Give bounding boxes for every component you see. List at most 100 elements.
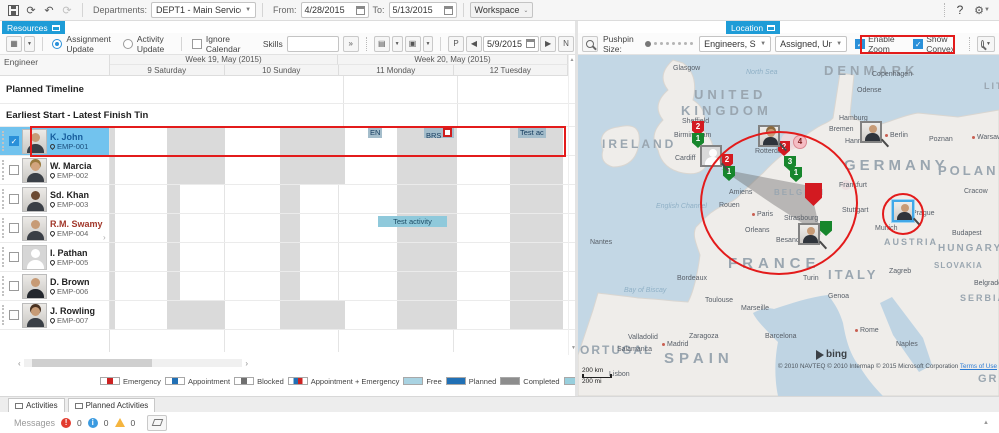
timeline-cell[interactable] <box>110 127 568 155</box>
vertical-scrollbar[interactable]: ▲ ▼ <box>568 55 575 355</box>
drag-handle[interactable] <box>2 305 6 325</box>
activity-update-radio[interactable] <box>123 39 133 49</box>
engineer-checkbox[interactable] <box>9 165 19 175</box>
timeline-cell[interactable] <box>110 214 568 242</box>
more-filters-button[interactable]: » <box>343 36 359 52</box>
engineer-cell[interactable]: W. Marcia EMP-002 <box>0 156 110 184</box>
drag-handle[interactable] <box>2 218 6 238</box>
engineer-row[interactable]: D. Brown EMP-006 <box>0 272 575 301</box>
enable-zoom-checkbox[interactable]: ✓ <box>855 39 865 49</box>
to-date-input[interactable]: 5/13/2015 <box>389 2 457 18</box>
engineer-checkbox[interactable] <box>9 310 19 320</box>
tab-activities[interactable]: Activities <box>8 398 65 412</box>
drag-handle[interactable] <box>2 276 6 296</box>
engineer-row[interactable]: R.M. Swamy EMP-004 <box>0 214 575 243</box>
timeline-cell[interactable] <box>110 243 568 271</box>
map-pushpin[interactable] <box>758 125 780 147</box>
map-pushpin[interactable] <box>700 145 722 167</box>
calendar-icon[interactable] <box>444 6 453 15</box>
tab-location[interactable]: Location <box>726 21 780 34</box>
engineer-row[interactable]: W. Marcia EMP-002 <box>0 156 575 185</box>
engineer-cell[interactable]: R.M. Swamy EMP-004 <box>0 214 110 242</box>
zoom-select-button[interactable] <box>582 36 598 52</box>
save-icon[interactable] <box>4 2 22 18</box>
from-date-input[interactable]: 4/28/2015 <box>301 2 369 18</box>
engineer-row[interactable]: J. Rowling EMP-007 <box>0 301 575 330</box>
map-pushpin[interactable]: 4 <box>793 135 807 149</box>
country-label: POLAND <box>938 163 999 178</box>
ignore-calendar-checkbox[interactable] <box>192 39 202 49</box>
workspace-button[interactable]: Workspace ⌄ <box>470 2 534 18</box>
chevron-down-icon: ▼ <box>245 7 251 13</box>
engineer-checkbox[interactable] <box>9 281 19 291</box>
engineer-cell[interactable]: Sd. Khan EMP-003 <box>0 185 110 213</box>
day-header-cell: 12 Tuesday <box>454 65 569 76</box>
prev-day-button[interactable]: ◀ <box>466 36 482 52</box>
scroll-left-icon[interactable]: ‹ <box>18 359 21 368</box>
map-pushpin[interactable] <box>892 200 914 222</box>
planned-timeline-row[interactable]: Planned Timeline <box>0 76 575 104</box>
drag-handle[interactable] <box>2 160 6 180</box>
engineer-cell[interactable]: J. Rowling EMP-007 <box>0 301 110 329</box>
map-zoom-tool-button[interactable]: ▼ <box>977 36 995 52</box>
view-grid-button[interactable]: ▦ <box>6 36 22 52</box>
calendar-icon[interactable] <box>356 6 365 15</box>
city-label: Amiens <box>729 189 752 196</box>
drag-handle[interactable] <box>2 131 6 151</box>
legend-label: Free <box>426 377 441 386</box>
engineer-cell[interactable]: I. Pathan EMP-005 <box>0 243 110 271</box>
undo-icon[interactable]: ↶ <box>40 2 58 18</box>
prev-period-button[interactable]: P <box>448 36 464 52</box>
calendar-icon[interactable] <box>526 39 535 48</box>
engineer-checkbox[interactable]: ✓ <box>9 136 19 146</box>
collapse-chevron-icon[interactable]: › <box>103 233 106 242</box>
map-pushpin[interactable] <box>860 121 882 143</box>
show-convex-checkbox[interactable]: ✓ <box>913 39 923 49</box>
timeline-cell[interactable] <box>110 301 568 329</box>
engineer-checkbox[interactable] <box>9 223 19 233</box>
refresh-icon[interactable]: ⟳ <box>22 2 40 18</box>
pushpin-filter-dropdown[interactable]: Engineers, Se ▼ <box>699 36 771 52</box>
engineer-row[interactable]: Sd. Khan EMP-003 <box>0 185 575 214</box>
view-grid-caret[interactable]: ▼ <box>24 36 35 52</box>
expand-messages-icon[interactable]: ▲ <box>983 420 989 426</box>
settings-gear-button[interactable]: ⚙▼ <box>969 2 995 18</box>
scrollbar-thumb[interactable] <box>32 359 152 367</box>
assignment-filter-dropdown[interactable]: Assigned, Un ▼ <box>775 36 847 52</box>
calendar-check-caret[interactable]: ▼ <box>423 36 434 52</box>
drag-handle[interactable] <box>2 247 6 267</box>
scrollbar-track[interactable] <box>24 359 243 367</box>
engineer-row[interactable]: ✓ K. John EMP-001 <box>0 127 575 156</box>
terms-of-use-link[interactable]: Terms of Use <box>960 363 997 370</box>
engineer-checkbox[interactable] <box>9 252 19 262</box>
next-period-button[interactable]: N <box>558 36 574 52</box>
scroll-right-icon[interactable]: › <box>245 359 248 368</box>
skills-input[interactable] <box>287 36 339 52</box>
next-day-button[interactable]: ▶ <box>540 36 556 52</box>
map-pushpin[interactable] <box>798 223 820 245</box>
assignment-update-radio[interactable] <box>52 39 62 49</box>
calendar-view-caret[interactable]: ▼ <box>392 36 403 52</box>
drag-handle[interactable] <box>2 189 6 209</box>
engineer-cell[interactable]: ✓ K. John EMP-001 <box>0 127 110 155</box>
horizontal-scrollbar[interactable]: ‹ › <box>18 357 248 369</box>
clear-messages-button[interactable] <box>147 415 167 431</box>
schedule-date-input[interactable]: 5/9/2015 <box>483 36 539 52</box>
engineer-checkbox[interactable] <box>9 194 19 204</box>
tab-planned-activities[interactable]: Planned Activities <box>68 398 156 412</box>
engineer-cell[interactable]: D. Brown EMP-006 <box>0 272 110 300</box>
map[interactable]: UNITEDKINGDOMDENMARKIRELANDGERMANYPOLAND… <box>578 55 999 396</box>
pushpin-size-slider[interactable] <box>645 41 693 47</box>
help-button[interactable]: ? <box>951 2 969 18</box>
departments-dropdown[interactable]: DEPT1 - Main Service Departme ▼ <box>151 2 256 18</box>
calendar-check-button[interactable]: ▣ <box>405 36 421 52</box>
window-restore-icon[interactable] <box>52 25 60 31</box>
earliest-start-row[interactable]: Earliest Start - Latest Finish Tin <box>0 104 575 127</box>
timeline-cell[interactable] <box>110 272 568 300</box>
calendar-view-button[interactable]: ▤ <box>374 36 390 52</box>
timeline-cell[interactable] <box>110 185 568 213</box>
timeline-cell[interactable] <box>110 156 568 184</box>
engineer-row[interactable]: I. Pathan EMP-005 <box>0 243 575 272</box>
window-restore-icon[interactable] <box>767 25 775 31</box>
tab-resources[interactable]: Resources <box>2 21 65 34</box>
